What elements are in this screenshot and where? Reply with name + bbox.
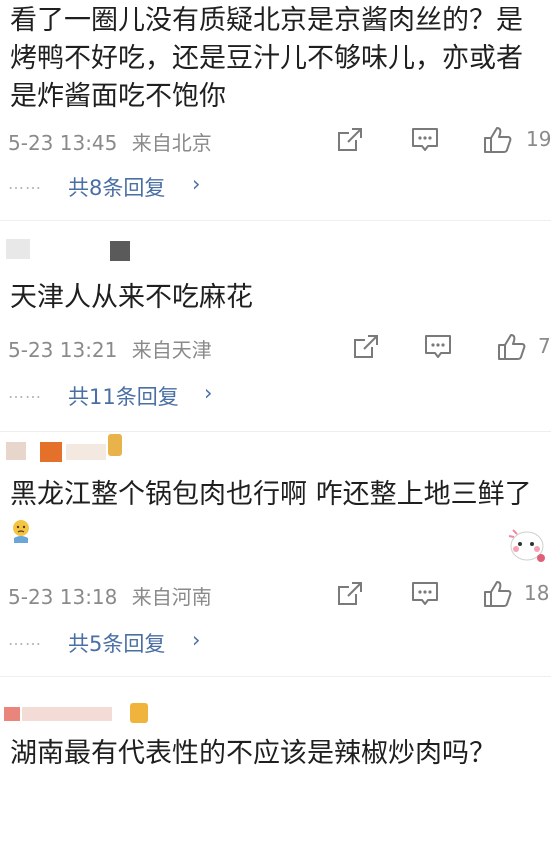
username-blurred	[40, 442, 62, 462]
comment-text: 看了一圈儿没有质疑北京是京酱肉丝的？是烤鸭不好吃，还是豆汁儿不够味儿，亦或者是炸…	[10, 5, 523, 112]
comment-text-content: 黑龙江整个锅包肉也行啊 咋还整上地三鲜了	[10, 479, 532, 510]
comment-location: 来自河南	[131, 585, 212, 609]
comment-text: 天津人从来不吃麻花	[10, 282, 253, 313]
chevron-right-icon: ›	[192, 172, 201, 196]
comment-time: 5-23 13:21	[8, 338, 118, 362]
comment-meta: 5-23 13:45 来自北京 19	[0, 118, 551, 164]
comment-item: 看了一圈儿没有质疑北京是京酱肉丝的？是烤鸭不好吃，还是豆汁儿不够味儿，亦或者是炸…	[0, 0, 551, 221]
user-info-blurred	[0, 432, 551, 474]
comment-feed: 看了一圈儿没有质疑北京是京酱肉丝的？是烤鸭不好吃，还是豆汁儿不够味儿，亦或者是炸…	[0, 0, 551, 862]
share-icon[interactable]	[350, 332, 382, 362]
view-replies-link[interactable]: 共11条回复	[68, 381, 179, 411]
reply-dots: ……	[8, 630, 42, 649]
comment-meta-info: 5-23 13:21 来自天津	[8, 334, 212, 363]
user-badge	[130, 703, 148, 723]
username-blurred	[66, 444, 106, 460]
like-count: 18	[524, 581, 550, 605]
user-info-blurred	[0, 677, 551, 729]
reply-dots: ……	[8, 383, 42, 402]
comment-item: 湖南最有代表性的不应该是辣椒炒肉吗？	[0, 677, 551, 773]
share-icon[interactable]	[334, 125, 366, 155]
thumbs-up-icon[interactable]	[482, 579, 514, 609]
thumbs-up-icon[interactable]	[496, 332, 528, 362]
avatar-blurred	[6, 239, 30, 259]
comment-meta: 5-23 13:18 来自河南 18	[0, 572, 551, 618]
comment-item: 黑龙江整个锅包肉也行啊 咋还整上地三鲜了 5-23 13:18 来自河南 18 …	[0, 432, 551, 677]
reply-row[interactable]: …… 共11条回复 ›	[0, 373, 551, 419]
view-replies-link[interactable]: 共5条回复	[68, 628, 165, 658]
comment-item: 天津人从来不吃麻花 5-23 13:21 来自天津 7 …… 共11条回复 ›	[0, 221, 551, 432]
user-badge	[110, 241, 130, 261]
reply-dots: ……	[8, 174, 42, 193]
comment-meta-info: 5-23 13:45 来自北京	[8, 127, 212, 156]
reply-row[interactable]: …… 共8条回复 ›	[0, 164, 551, 210]
thumbs-up-icon[interactable]	[482, 125, 514, 155]
comment-location: 来自天津	[131, 338, 212, 362]
comment-bubble-icon[interactable]	[409, 579, 441, 609]
user-badge	[108, 434, 122, 456]
comment-time: 5-23 13:45	[8, 131, 118, 155]
chevron-right-icon: ›	[192, 628, 201, 652]
avatar-blurred	[6, 442, 26, 460]
like-count: 19	[526, 127, 551, 151]
comment-location: 来自北京	[131, 131, 212, 155]
comment-bubble-icon[interactable]	[422, 332, 454, 362]
reply-row[interactable]: …… 共5条回复 ›	[0, 620, 551, 666]
comment-bubble-icon[interactable]	[409, 125, 441, 155]
comment-text: 黑龙江整个锅包肉也行啊 咋还整上地三鲜了	[0, 474, 551, 552]
sticker-decoration	[507, 522, 547, 564]
share-icon[interactable]	[334, 579, 366, 609]
comment-meta: 5-23 13:21 来自天津 7	[0, 325, 551, 371]
chevron-right-icon: ›	[204, 381, 213, 405]
user-info-blurred	[0, 221, 551, 279]
username-blurred	[22, 707, 112, 721]
cry-face-emoji-icon	[10, 517, 32, 543]
comment-text: 湖南最有代表性的不应该是辣椒炒肉吗？	[10, 738, 496, 769]
comment-time: 5-23 13:18	[8, 585, 118, 609]
avatar-blurred	[4, 707, 20, 721]
view-replies-link[interactable]: 共8条回复	[68, 172, 165, 202]
comment-meta-info: 5-23 13:18 来自河南	[8, 581, 212, 610]
like-count: 7	[538, 334, 551, 358]
